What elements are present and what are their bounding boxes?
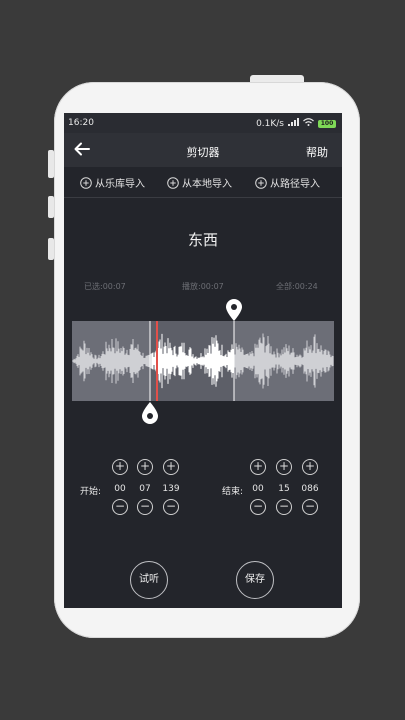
network-speed: 0.1K/s bbox=[256, 118, 284, 129]
import-from-local-button[interactable]: 从本地导入 bbox=[167, 175, 232, 190]
wifi-icon bbox=[303, 118, 314, 129]
end-second-minus-button[interactable]: − bbox=[276, 499, 292, 515]
end-minute-minus-button[interactable]: − bbox=[250, 499, 266, 515]
start-second-minus-button[interactable]: − bbox=[137, 499, 153, 515]
played-duration: 播放:00:07 bbox=[182, 282, 224, 291]
start-minute-plus-button[interactable]: + bbox=[112, 459, 128, 475]
start-minute-minus-button[interactable]: − bbox=[112, 499, 128, 515]
total-duration: 全部:00:24 bbox=[276, 282, 318, 291]
start-marker-pin-icon[interactable] bbox=[141, 401, 159, 429]
import-label: 从乐库导入 bbox=[95, 179, 145, 190]
start-ms-minus-button[interactable]: − bbox=[163, 499, 179, 515]
end-ms-minus-button[interactable]: − bbox=[302, 499, 318, 515]
import-toolbar: 从乐库导入 从本地导入 从路径导入 bbox=[64, 167, 342, 198]
save-button[interactable]: 保存 bbox=[236, 561, 274, 599]
end-ms-plus-button[interactable]: + bbox=[302, 459, 318, 475]
help-button[interactable]: 帮助 bbox=[306, 144, 328, 160]
preview-button[interactable]: 试听 bbox=[130, 561, 168, 599]
start-ms-plus-button[interactable]: + bbox=[163, 459, 179, 475]
waveform bbox=[72, 321, 334, 401]
status-bar: 16:20 0.1K/s 100 bbox=[64, 113, 342, 133]
app-header: 剪切器 帮助 bbox=[64, 133, 342, 167]
battery-icon: 100 bbox=[318, 119, 336, 128]
start-second-plus-button[interactable]: + bbox=[137, 459, 153, 475]
app-screen: 16:20 0.1K/s 100 剪切器 帮助 从乐库导入 从本地导入 从路径导… bbox=[64, 113, 342, 608]
signal-icon bbox=[288, 118, 299, 129]
import-from-library-button[interactable]: 从乐库导入 bbox=[80, 175, 145, 190]
plus-circle-icon bbox=[167, 176, 179, 189]
waveform-editor[interactable] bbox=[72, 321, 334, 401]
import-label: 从本地导入 bbox=[182, 179, 232, 190]
end-marker-pin-icon[interactable] bbox=[225, 298, 243, 326]
end-label: 结束: bbox=[222, 487, 244, 497]
plus-circle-icon bbox=[80, 176, 92, 189]
song-title: 东西 bbox=[187, 231, 218, 249]
end-minute-plus-button[interactable]: + bbox=[250, 459, 266, 475]
end-second-plus-button[interactable]: + bbox=[276, 459, 292, 475]
page-title: 剪切器 bbox=[186, 146, 220, 159]
selected-duration: 已选:00:07 bbox=[84, 282, 126, 291]
status-time: 16:20 bbox=[68, 118, 94, 128]
end-ms-value: 086 bbox=[301, 484, 319, 494]
import-label: 从路径导入 bbox=[270, 179, 320, 190]
import-from-path-button[interactable]: 从路径导入 bbox=[255, 175, 320, 190]
start-label: 开始: bbox=[80, 487, 102, 497]
start-ms-value: 139 bbox=[162, 484, 180, 494]
plus-circle-icon bbox=[255, 176, 267, 189]
status-right: 0.1K/s 100 bbox=[256, 118, 336, 129]
